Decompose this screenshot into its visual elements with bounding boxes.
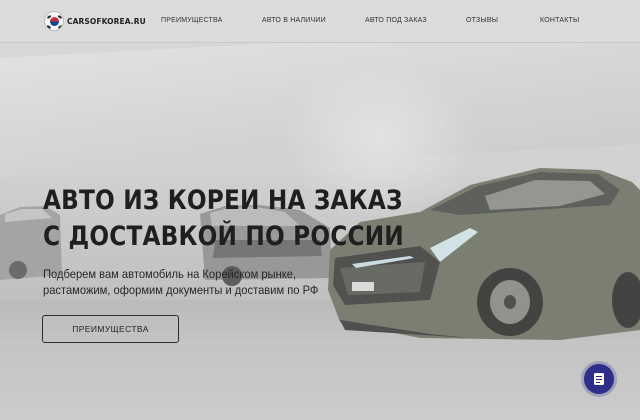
hero-title-line2: С ДОСТАВКОЙ ПО РОССИИ xyxy=(43,221,404,252)
site-header: CARSOFKOREA.RU ПРЕИМУЩЕСТВА АВТО В НАЛИЧ… xyxy=(0,0,640,43)
hero-title: АВТО ИЗ КОРЕИ НА ЗАКАЗ С ДОСТАВКОЙ ПО РО… xyxy=(43,183,404,255)
hero-subtitle-line1: Подберем вам автомобиль на Корейском рын… xyxy=(43,267,297,281)
request-form-button[interactable] xyxy=(584,364,614,394)
nav-item-in-stock[interactable]: АВТО В НАЛИЧИИ xyxy=(262,17,326,24)
hero-title-line1: АВТО ИЗ КОРЕИ НА ЗАКАЗ xyxy=(43,185,403,216)
nav-item-contacts[interactable]: КОНТАКТЫ xyxy=(540,17,579,24)
nav-item-to-order[interactable]: АВТО ПОД ЗАКАЗ xyxy=(365,17,427,24)
hero-subtitle: Подберем вам автомобиль на Корейском рын… xyxy=(43,266,318,298)
advantages-button[interactable]: ПРЕИМУЩЕСТВА xyxy=(42,315,179,343)
document-icon xyxy=(594,373,604,385)
nav-item-advantages[interactable]: ПРЕИМУЩЕСТВА xyxy=(161,17,223,24)
main-nav: ПРЕИМУЩЕСТВА АВТО В НАЛИЧИИ АВТО ПОД ЗАК… xyxy=(0,0,640,43)
nav-item-reviews[interactable]: ОТЗЫВЫ xyxy=(466,17,498,24)
hero-subtitle-line2: растаможим, оформим документы и доставим… xyxy=(43,283,319,297)
